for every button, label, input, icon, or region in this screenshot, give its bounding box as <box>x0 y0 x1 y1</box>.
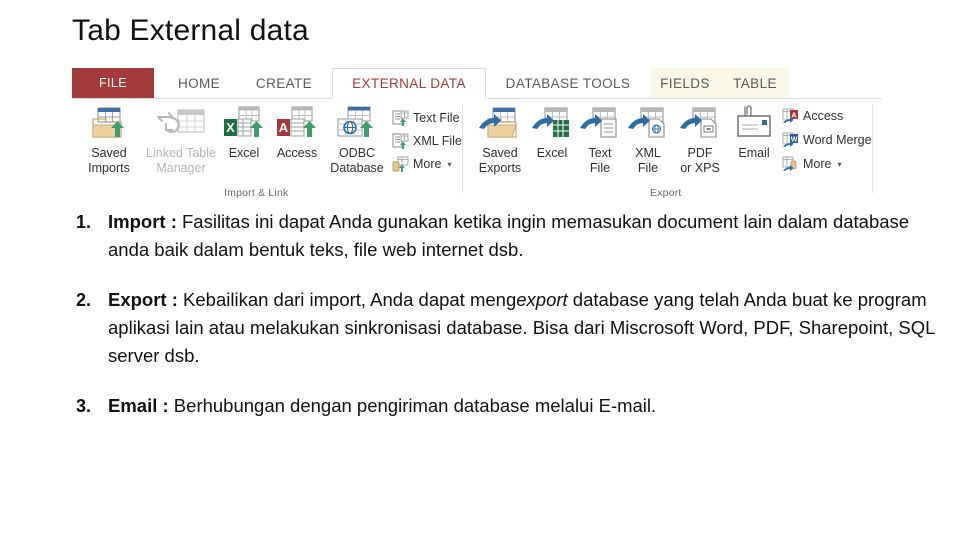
button-text-file-export[interactable]: Text File <box>576 103 624 176</box>
access-export-icon: A <box>782 108 798 123</box>
saved-exports-label-line1: Saved <box>482 146 518 160</box>
svg-text:A: A <box>791 110 797 119</box>
list-item-body-a: Berhubungan dengan pengiriman database m… <box>168 395 657 416</box>
xml-file-export-label-line2: File <box>637 161 659 175</box>
list-item-italic: export <box>516 289 568 310</box>
button-excel-export[interactable]: Excel <box>528 103 576 161</box>
text-file-import-icon <box>392 110 409 126</box>
svg-text:A: A <box>279 120 289 135</box>
xml-file-export-label-line1: XML <box>635 146 661 160</box>
saved-imports-icon <box>78 103 140 143</box>
more-import-icon <box>392 156 409 172</box>
odbc-database-label-line1: ODBC <box>338 146 376 160</box>
svg-text:X: X <box>226 120 235 135</box>
xml-file-import-icon <box>392 133 409 149</box>
button-more-import[interactable]: More ▾ <box>392 154 452 174</box>
list-item-term: Import : <box>108 211 177 232</box>
list-item-number: 2. <box>76 290 92 310</box>
list-item: 1. Import : Fasilitas ini dapat Anda gun… <box>76 208 938 264</box>
ribbon-tab-strip: FILE HOME CREATE EXTERNAL DATA DATABASE … <box>72 68 882 99</box>
chevron-down-icon: ▾ <box>447 159 452 169</box>
button-word-merge[interactable]: W Word Merge <box>782 130 872 150</box>
email-icon <box>728 103 780 143</box>
list-item: 3. Email : Berhubungan dengan pengiriman… <box>76 392 938 420</box>
list-item-number: 1. <box>76 212 92 232</box>
access-export-label: Access <box>803 109 844 123</box>
saved-imports-label-line2: Imports <box>88 161 130 175</box>
button-excel-import[interactable]: X Excel <box>220 103 268 161</box>
access-import-label: Access <box>276 146 318 160</box>
odbc-database-icon <box>324 103 390 143</box>
tab-home[interactable]: HOME <box>162 68 236 98</box>
group-separator-1 <box>462 105 463 193</box>
pdf-or-xps-icon <box>672 103 728 143</box>
xml-file-import-label: XML File <box>413 134 462 148</box>
ribbon-body: Saved Imports Linked Table Manager X Exc… <box>72 99 882 204</box>
tab-fields[interactable]: FIELDS <box>650 68 720 98</box>
button-saved-exports[interactable]: Saved Exports <box>470 103 530 176</box>
word-merge-icon: W <box>782 132 798 147</box>
group-separator-2 <box>872 105 873 193</box>
excel-import-label: Excel <box>228 146 260 160</box>
button-xml-file-import[interactable]: XML File <box>392 131 462 151</box>
linked-table-manager-label-line1: Linked Table <box>146 146 216 160</box>
pdf-or-xps-label-line1: PDF <box>687 146 713 160</box>
pdf-or-xps-label-line2: or XPS <box>680 161 720 175</box>
access-import-icon: A <box>268 103 326 143</box>
list-item: 2. Export : Kebailikan dari import, Anda… <box>76 286 938 370</box>
more-export-icon <box>782 156 797 171</box>
list-item-number: 3. <box>76 396 92 416</box>
text-file-import-label: Text File <box>413 111 460 125</box>
button-odbc-database[interactable]: ODBC Database <box>324 103 390 176</box>
tab-create[interactable]: CREATE <box>240 68 328 98</box>
list-item-body-a: Kebailikan dari import, Anda dapat meng <box>177 289 517 310</box>
text-file-export-icon <box>576 103 624 143</box>
email-label: Email <box>738 146 770 160</box>
button-pdf-or-xps[interactable]: PDF or XPS <box>672 103 728 176</box>
access-ribbon: FILE HOME CREATE EXTERNAL DATA DATABASE … <box>72 68 882 208</box>
slide-canvas: Tab External data FILE HOME CREATE EXTER… <box>0 0 960 540</box>
text-file-export-label-line2: File <box>589 161 611 175</box>
button-more-export[interactable]: More ▾ <box>782 154 842 174</box>
excel-export-label: Excel <box>536 146 568 160</box>
more-import-label: More <box>413 157 442 171</box>
list-item-body-a: Fasilitas ini dapat Anda gunakan ketika … <box>108 211 910 260</box>
button-access-import[interactable]: A Access <box>268 103 326 161</box>
more-export-label: More <box>803 157 832 171</box>
list-item-term: Email : <box>108 395 169 416</box>
tab-external-data[interactable]: EXTERNAL DATA <box>332 68 486 98</box>
xml-file-export-icon <box>624 103 672 143</box>
button-linked-table-manager[interactable]: Linked Table Manager <box>140 103 222 176</box>
excel-export-icon <box>528 103 576 143</box>
word-merge-label: Word Merge <box>803 133 872 147</box>
list-item-term: Export : <box>108 289 178 310</box>
tab-database-tools[interactable]: DATABASE TOOLS <box>490 68 646 98</box>
excel-import-icon: X <box>220 103 268 143</box>
saved-exports-label-line2: Exports <box>478 161 522 175</box>
button-access-export[interactable]: A Access <box>782 106 843 126</box>
content-list: 1. Import : Fasilitas ini dapat Anda gun… <box>76 208 938 442</box>
saved-exports-icon <box>470 103 530 143</box>
group-label-import-link: Import & Link <box>224 187 289 199</box>
button-saved-imports[interactable]: Saved Imports <box>78 103 140 176</box>
page-title: Tab External data <box>72 14 309 47</box>
svg-text:W: W <box>791 136 798 143</box>
chevron-down-icon-export: ▾ <box>837 159 842 169</box>
linked-table-manager-label-line2: Manager <box>156 161 206 175</box>
saved-imports-label-line1: Saved <box>91 146 127 160</box>
text-file-export-label-line1: Text <box>588 146 612 160</box>
button-text-file-import[interactable]: Text File <box>392 108 460 128</box>
linked-table-manager-icon <box>140 103 222 143</box>
group-label-export: Export <box>650 187 682 199</box>
button-xml-file-export[interactable]: XML File <box>624 103 672 176</box>
tab-file[interactable]: FILE <box>72 68 154 98</box>
tab-table[interactable]: TABLE <box>720 68 790 98</box>
button-email[interactable]: Email <box>728 103 780 161</box>
odbc-database-label-line2: Database <box>330 161 384 175</box>
